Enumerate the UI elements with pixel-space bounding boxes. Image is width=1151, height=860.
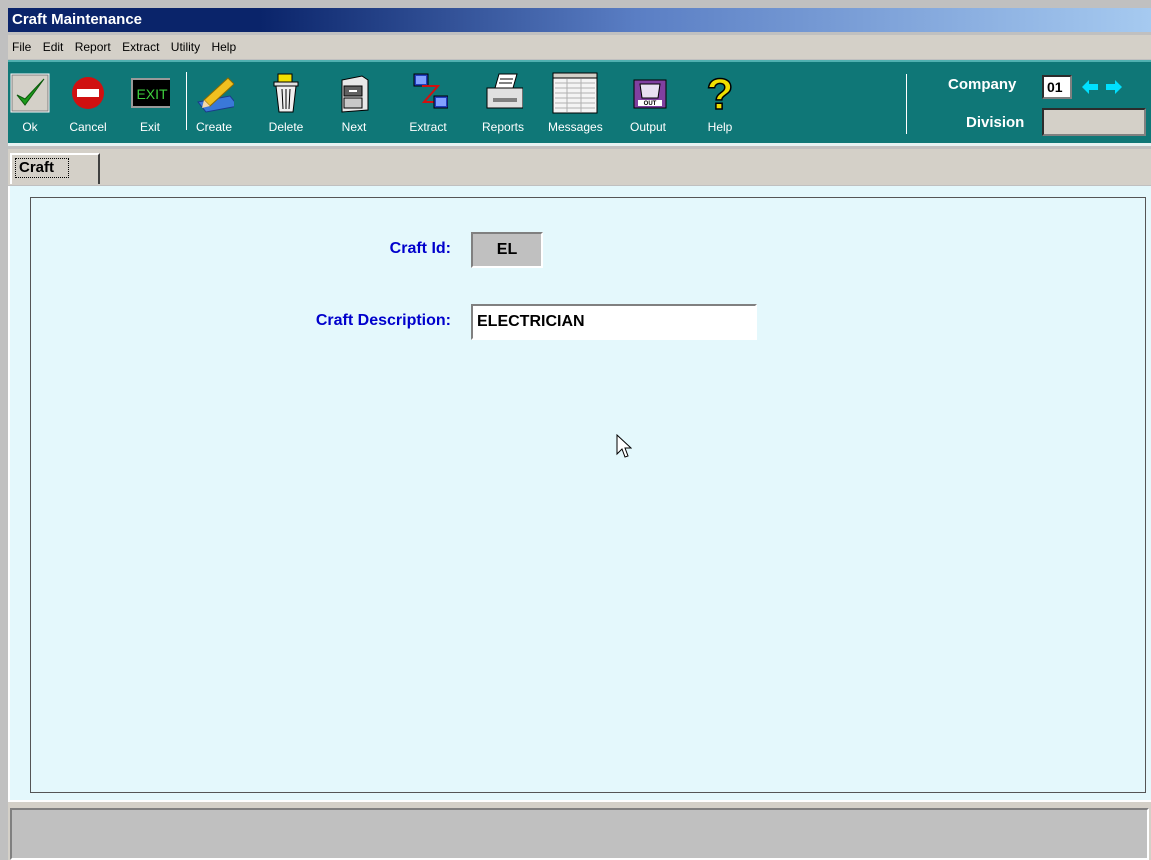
ok-button[interactable]: Ok [10,70,50,142]
toolbar-separator [906,74,907,134]
help-button[interactable]: ? Help [700,70,740,142]
craft-description-input[interactable] [471,304,757,340]
printer-icon [483,70,524,116]
mouse-pointer-icon [616,433,633,463]
tab-craft[interactable]: Craft [10,153,100,184]
craft-description-label: Craft Description: [315,312,451,329]
file-cabinet-icon [334,70,374,116]
reports-label: Reports [482,120,525,134]
window-title: Craft Maintenance [12,11,143,28]
message-list-icon [549,70,601,116]
tab-craft-label: Craft [15,158,70,178]
next-label: Next [341,120,367,134]
craft-panel: Craft Id: EL Craft Description: [30,197,1146,793]
menu-help[interactable]: Help [207,35,240,59]
next-company-arrow-icon[interactable] [1104,78,1124,99]
division-field[interactable] [1042,108,1146,136]
output-button[interactable]: OUT Output [628,70,668,142]
extract-label: Extract [409,120,447,134]
network-transfer-icon [408,70,448,116]
create-label: Create [195,120,233,134]
division-label: Division [966,114,1025,131]
craft-id-field[interactable]: EL [471,232,543,268]
menu-edit[interactable]: Edit [39,35,68,59]
menu-utility[interactable]: Utility [167,35,204,59]
delete-label: Delete [268,120,304,134]
exit-label: Exit [139,120,160,134]
cancel-button[interactable]: Cancel [68,70,108,142]
trash-can-icon [266,70,306,116]
svg-text:OUT: OUT [644,101,657,107]
exit-button[interactable]: EXIT Exit [130,70,170,142]
toolbar: Ok Cancel EXIT Exit Create Delete Next E… [8,60,1151,146]
form-area: Craft Id: EL Craft Description: [8,186,1151,800]
messages-label: Messages [548,120,603,134]
create-button[interactable]: Create [194,70,234,142]
status-panel [10,808,1149,860]
messages-button[interactable]: Messages [548,70,603,142]
output-tray-icon: OUT [628,70,668,116]
company-label: Company [948,76,1017,93]
pencil-pad-icon [194,70,234,116]
help-label: Help [707,120,733,134]
output-label: Output [629,120,667,134]
prev-company-arrow-icon[interactable] [1080,78,1100,99]
toolbar-separator [186,72,187,130]
tab-strip: Craft [8,149,1151,185]
menu-file[interactable]: File [8,35,35,59]
craft-id-label: Craft Id: [389,240,451,257]
company-field[interactable]: 01 [1042,75,1072,99]
next-button[interactable]: Next [334,70,374,142]
delete-button[interactable]: Delete [266,70,306,142]
reports-button[interactable]: Reports [482,70,524,142]
status-bar [8,800,1151,860]
ok-label: Ok [22,120,38,134]
checkmark-icon [10,70,50,116]
window-title-bar: Craft Maintenance [8,8,1151,32]
extract-button[interactable]: Extract [408,70,448,142]
menu-extract[interactable]: Extract [118,35,163,59]
no-entry-icon [68,70,108,116]
cancel-label: Cancel [69,120,107,134]
menu-report[interactable]: Report [71,35,115,59]
question-mark-icon: ? [700,70,740,116]
menu-bar: File Edit Report Extract Utility Help [8,35,1151,59]
exit-sign-text: EXIT [136,86,168,102]
exit-sign-icon: EXIT [130,70,170,116]
svg-text:?: ? [707,71,734,115]
